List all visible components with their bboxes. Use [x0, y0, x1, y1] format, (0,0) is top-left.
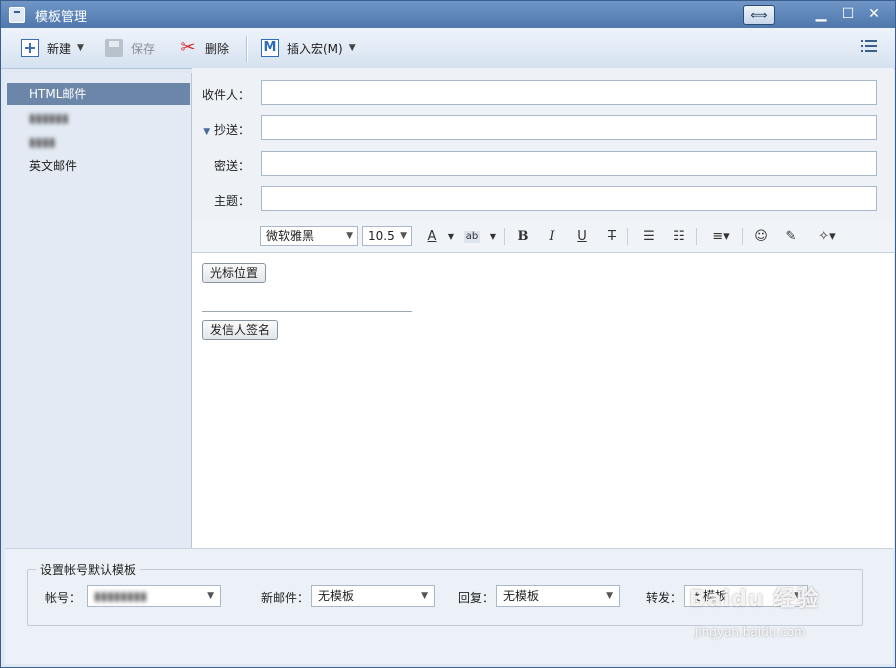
watermark-logo: Baidu 经验	[689, 587, 820, 612]
macro-icon: M	[261, 39, 279, 57]
list-item-blurred-1[interactable]: ▮▮▮▮▮▮	[7, 107, 190, 129]
chevron-down-icon[interactable]: ▼	[77, 43, 84, 53]
font-size-select[interactable]: 10.5 ▼	[362, 226, 412, 246]
save-button[interactable]: 保存	[105, 37, 155, 59]
cc-label[interactable]: ▼ 抄送：	[192, 121, 250, 138]
align-icon[interactable]: ≡▾	[708, 228, 734, 246]
to-label: 收件人：	[201, 88, 250, 102]
font-size-value: 10.5	[368, 229, 395, 243]
chevron-down-icon: ▼	[400, 231, 407, 241]
highlight-color-icon[interactable]: ab	[464, 231, 480, 243]
toolbar: 新建 ▼ 保存 ✂ 删除 M 插入宏(M) ▼	[1, 28, 895, 69]
toolbar-divider	[246, 36, 248, 62]
emoji-icon[interactable]: ☺	[752, 228, 770, 246]
template-list: HTML邮件 ▮▮▮▮▮▮ ▮▮▮▮ 英文邮件	[5, 73, 192, 548]
title-bar: 模板管理 ⟺ ▁ ☐ ✕	[1, 1, 895, 28]
insert-macro-label: 插入宏(M)	[287, 41, 343, 56]
chevron-down-icon: ▼	[346, 231, 353, 241]
cursor-position-button[interactable]: 光标位置	[202, 263, 267, 283]
bcc-label: 密送：	[213, 159, 250, 173]
delete-button[interactable]: ✂ 删除	[179, 37, 229, 59]
strikethrough-icon[interactable]: T	[603, 228, 621, 246]
insert-macro-button[interactable]: M 插入宏(M) ▼	[261, 37, 356, 59]
account-value: ▮▮▮▮▮▮▮▮	[94, 589, 147, 603]
close-button[interactable]: ✕	[865, 5, 883, 23]
save-label: 保存	[131, 41, 156, 56]
bullet-list-icon[interactable]: ☰	[640, 228, 658, 246]
format-divider	[504, 228, 505, 245]
sender-signature-button[interactable]: 发信人签名	[202, 320, 279, 340]
font-family-select[interactable]: 微软雅黑 ▼	[260, 226, 358, 246]
list-item-english-mail[interactable]: 英文邮件	[7, 155, 190, 177]
format-divider	[696, 228, 697, 245]
underline-icon[interactable]: U	[573, 228, 591, 246]
editor-body[interactable]: 光标位置 发信人签名	[192, 253, 894, 548]
subject-field[interactable]	[261, 186, 877, 211]
chevron-down-icon: ▼	[606, 591, 613, 601]
cc-field[interactable]	[261, 115, 877, 140]
watermark-url: jingyan.baidu.com	[695, 625, 806, 639]
minimize-button[interactable]: ▁	[813, 5, 829, 23]
chevron-down-icon: ▼	[348, 43, 356, 53]
chevron-down-icon: ▼	[207, 591, 214, 601]
reply-template-select[interactable]: 无模板 ▼	[496, 585, 620, 607]
format-divider	[627, 228, 628, 245]
bcc-field[interactable]	[261, 151, 877, 176]
signature-divider	[202, 311, 412, 312]
floppy-disk-icon	[105, 39, 123, 57]
list-item-html-mail[interactable]: HTML邮件	[7, 83, 190, 105]
window-title: 模板管理	[35, 10, 88, 25]
triangle-down-icon: ▼	[203, 127, 211, 137]
reply-label: 回复：	[458, 591, 495, 605]
bold-icon[interactable]: B	[514, 228, 532, 246]
format-divider	[742, 228, 743, 245]
template-manager-window: 模板管理 ⟺ ▁ ☐ ✕ 新建 ▼ 保存 ✂ 删除 M 插入宏(M) ▼ HTM…	[0, 0, 896, 668]
compose-header: 收件人： ▼ 抄送： 密送： 主题：	[192, 68, 894, 222]
numbered-list-icon[interactable]: ☷	[670, 228, 688, 246]
chevron-down-icon: ▼	[421, 591, 428, 601]
template-editor: 收件人： ▼ 抄送： 密送： 主题： 微软雅黑 ▼ 10.5 ▼ A ▼ ab ▼ …	[192, 68, 894, 548]
clear-format-icon[interactable]: ✎	[782, 228, 800, 246]
new-mail-label: 新邮件：	[261, 591, 310, 605]
group-title: 设置帐号默认模板	[36, 561, 141, 578]
account-select[interactable]: ▮▮▮▮▮▮▮▮ ▼	[87, 585, 221, 607]
new-mail-template-value: 无模板	[318, 589, 355, 603]
list-item-blurred-2[interactable]: ▮▮▮▮	[7, 131, 190, 153]
magic-wand-icon[interactable]: ✧▾	[814, 228, 840, 246]
font-family-value: 微软雅黑	[266, 229, 315, 243]
chevron-down-icon[interactable]: ▼	[442, 228, 460, 246]
chevron-down-icon[interactable]: ▼	[484, 228, 502, 246]
new-button[interactable]: 新建 ▼	[21, 37, 84, 59]
delete-label: 删除	[205, 41, 230, 56]
to-field[interactable]	[261, 80, 877, 105]
reply-template-value: 无模板	[503, 589, 540, 603]
subject-label: 主题：	[213, 194, 250, 208]
format-toolbar: 微软雅黑 ▼ 10.5 ▼ A ▼ ab ▼ B I U T ☰ ☷ ≡▾ ☺ ✎ …	[192, 221, 894, 253]
delete-icon: ✂	[180, 37, 196, 58]
new-label: 新建	[47, 41, 72, 56]
baidu-jingyan-watermark: Baidu 经验 jingyan.baidu.com	[689, 571, 889, 651]
plus-icon	[21, 39, 39, 57]
forward-label: 转发：	[646, 591, 683, 605]
app-icon	[9, 7, 25, 23]
text-color-icon[interactable]: A	[423, 228, 441, 246]
maximize-button[interactable]: ☐	[840, 5, 856, 23]
cc-label-text: 抄送：	[213, 123, 250, 137]
new-mail-template-select[interactable]: 无模板 ▼	[311, 585, 435, 607]
account-label: 帐号：	[45, 591, 82, 605]
resize-toggle-button[interactable]: ⟺	[743, 5, 775, 25]
list-view-icon[interactable]	[861, 40, 877, 54]
italic-icon[interactable]: I	[543, 228, 561, 246]
